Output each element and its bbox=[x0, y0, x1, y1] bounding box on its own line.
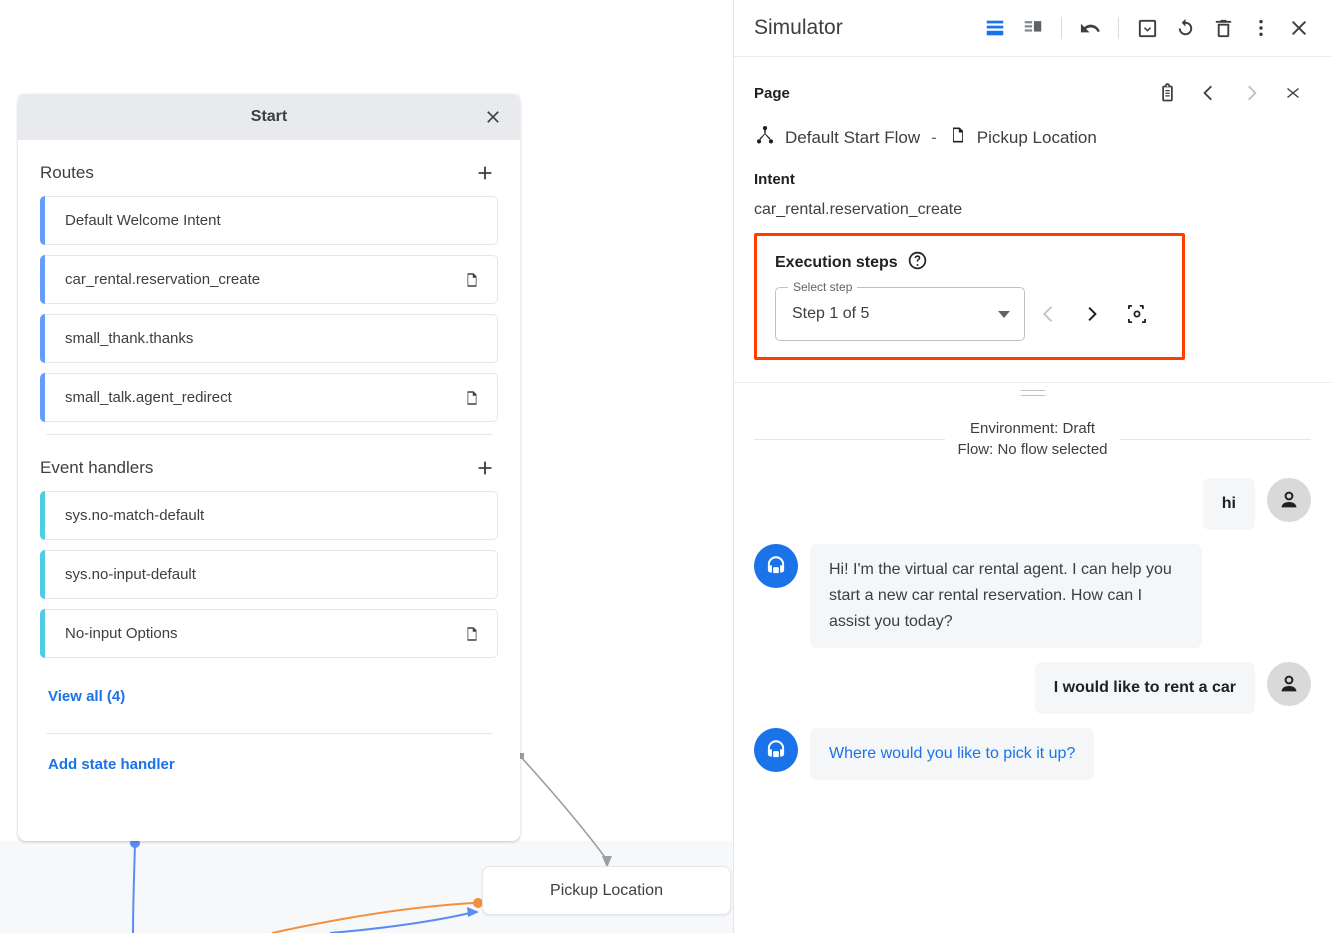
chevron-left-icon[interactable] bbox=[1191, 75, 1227, 111]
chat-message-agent: Where would you like to pick it up? bbox=[754, 728, 1311, 780]
execution-steps-section: Execution steps Select step Step 1 of 5 bbox=[734, 219, 1331, 360]
panel-resize-handle[interactable] bbox=[734, 382, 1331, 404]
page-icon bbox=[463, 624, 481, 644]
close-icon[interactable] bbox=[1281, 10, 1317, 46]
chevron-right-icon[interactable] bbox=[1233, 75, 1269, 111]
intent-section: Intent car_rental.reservation_create bbox=[734, 151, 1331, 219]
chat-message-agent: Hi! I'm the virtual car rental agent. I … bbox=[754, 544, 1311, 648]
breadcrumb-flow-name[interactable]: Default Start Flow bbox=[785, 128, 920, 148]
list-item[interactable]: sys.no-match-default bbox=[40, 491, 498, 540]
add-event-handler-button[interactable] bbox=[472, 455, 498, 481]
flow-node-label: Pickup Location bbox=[550, 882, 663, 900]
route-label: car_rental.reservation_create bbox=[65, 271, 463, 288]
breadcrumb: Default Start Flow - Pickup Location bbox=[754, 124, 1311, 151]
flow-node-pickup-location[interactable]: Pickup Location bbox=[482, 866, 731, 915]
start-panel-body: Routes Default Welcome Intent car_rental… bbox=[18, 140, 520, 789]
chat-message-user: hi bbox=[754, 478, 1311, 530]
canvas-backdrop-left bbox=[0, 94, 18, 841]
conversation-area: Environment: Draft Flow: No flow selecte… bbox=[734, 404, 1331, 933]
intent-label: Intent bbox=[754, 171, 795, 188]
message-text: hi bbox=[1203, 478, 1255, 530]
view-all-link[interactable]: View all (4) bbox=[18, 668, 520, 721]
message-text[interactable]: Where would you like to pick it up? bbox=[810, 728, 1094, 780]
flow-canvas[interactable]: Start Routes Default Welcome Intent bbox=[0, 0, 733, 933]
save-icon[interactable] bbox=[1129, 10, 1165, 46]
start-panel-title: Start bbox=[251, 108, 287, 126]
agent-avatar bbox=[754, 728, 798, 772]
view-sidepanel-icon[interactable] bbox=[1015, 10, 1051, 46]
event-handlers-title: Event handlers bbox=[40, 458, 153, 478]
page-label: Page bbox=[754, 85, 790, 102]
view-stacked-icon[interactable] bbox=[977, 10, 1013, 46]
chat-message-user: I would like to rent a car bbox=[754, 662, 1311, 714]
flow-line: Flow: No flow selected bbox=[957, 441, 1107, 458]
message-text: I would like to rent a car bbox=[1035, 662, 1255, 714]
undo-icon[interactable] bbox=[1072, 10, 1108, 46]
route-label: Default Welcome Intent bbox=[65, 212, 481, 229]
close-icon[interactable] bbox=[480, 104, 506, 130]
toolbar-divider bbox=[1061, 17, 1062, 39]
help-circle-icon[interactable] bbox=[907, 250, 928, 276]
routes-title: Routes bbox=[40, 163, 94, 183]
start-node-panel[interactable]: Start Routes Default Welcome Intent bbox=[18, 94, 520, 841]
add-route-button[interactable] bbox=[472, 160, 498, 186]
page-icon bbox=[948, 124, 968, 151]
breadcrumb-separator: - bbox=[931, 128, 937, 148]
message-text: Hi! I'm the virtual car rental agent. I … bbox=[810, 544, 1202, 648]
list-item[interactable]: small_thank.thanks bbox=[40, 314, 498, 363]
route-label: small_thank.thanks bbox=[65, 330, 481, 347]
event-handlers-section-header: Event handlers bbox=[18, 435, 520, 491]
canvas-backdrop-right bbox=[520, 0, 733, 841]
select-step-label: Select step bbox=[788, 280, 857, 294]
execution-steps-title: Execution steps bbox=[775, 254, 898, 272]
routes-list: Default Welcome Intent car_rental.reserv… bbox=[18, 196, 520, 422]
list-item[interactable]: Default Welcome Intent bbox=[40, 196, 498, 245]
environment-line: Environment: Draft bbox=[970, 420, 1095, 437]
chevron-down-icon bbox=[998, 311, 1010, 318]
environment-divider: Environment: Draft Flow: No flow selecte… bbox=[754, 418, 1311, 460]
simulator-toolbar: Simulator bbox=[734, 0, 1331, 57]
page-icon bbox=[463, 270, 481, 290]
collapse-icon[interactable] bbox=[1275, 75, 1311, 111]
clipboard-icon[interactable] bbox=[1149, 75, 1185, 111]
breadcrumb-page-name[interactable]: Pickup Location bbox=[977, 128, 1097, 148]
select-step-value: Step 1 of 5 bbox=[792, 305, 998, 323]
grip-icon[interactable] bbox=[1021, 390, 1045, 400]
next-step-button[interactable] bbox=[1073, 294, 1113, 334]
execution-steps-highlight-box: Execution steps Select step Step 1 of 5 bbox=[754, 233, 1185, 360]
user-avatar bbox=[1267, 478, 1311, 522]
more-vert-icon[interactable] bbox=[1243, 10, 1279, 46]
list-item[interactable]: car_rental.reservation_create bbox=[40, 255, 498, 304]
routes-section-header: Routes bbox=[18, 140, 520, 196]
list-item[interactable]: small_talk.agent_redirect bbox=[40, 373, 498, 422]
intent-value: car_rental.reservation_create bbox=[754, 201, 1311, 219]
start-panel-header: Start bbox=[18, 94, 520, 140]
toolbar-divider bbox=[1118, 17, 1119, 39]
agent-avatar bbox=[754, 544, 798, 588]
flow-icon bbox=[754, 124, 776, 151]
previous-step-button[interactable] bbox=[1029, 294, 1069, 334]
list-item[interactable]: No-input Options bbox=[40, 609, 498, 658]
restart-icon[interactable] bbox=[1167, 10, 1203, 46]
center-focus-icon[interactable] bbox=[1117, 294, 1157, 334]
event-handler-label: sys.no-match-default bbox=[65, 507, 481, 524]
simulator-title: Simulator bbox=[754, 16, 843, 40]
delete-icon[interactable] bbox=[1205, 10, 1241, 46]
page-section: Page bbox=[734, 57, 1331, 151]
select-step-dropdown[interactable]: Select step Step 1 of 5 bbox=[775, 287, 1025, 341]
user-avatar bbox=[1267, 662, 1311, 706]
event-handler-label: sys.no-input-default bbox=[65, 566, 481, 583]
simulator-panel: Simulator bbox=[733, 0, 1331, 933]
route-label: small_talk.agent_redirect bbox=[65, 389, 463, 406]
event-handler-label: No-input Options bbox=[65, 625, 463, 642]
list-item[interactable]: sys.no-input-default bbox=[40, 550, 498, 599]
event-handlers-list: sys.no-match-default sys.no-input-defaul… bbox=[18, 491, 520, 658]
page-icon bbox=[463, 388, 481, 408]
add-state-handler-link[interactable]: Add state handler bbox=[18, 734, 520, 789]
